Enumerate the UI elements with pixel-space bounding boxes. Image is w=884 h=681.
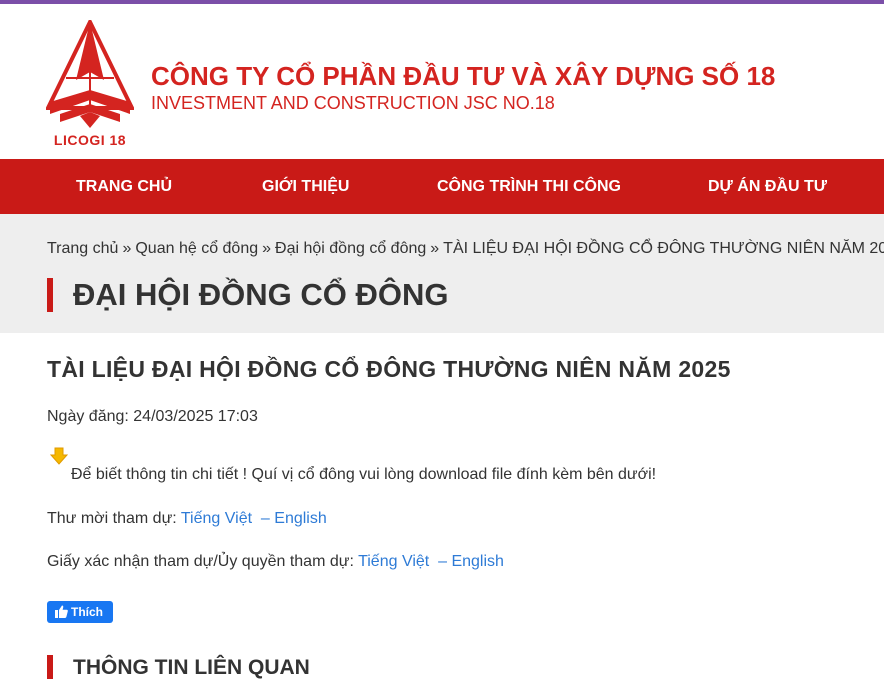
- post-date: Ngày đăng: 24/03/2025 17:03: [47, 408, 258, 425]
- breadcrumb-general-meeting[interactable]: Đại hội đồng cổ đông: [275, 240, 426, 257]
- proxy-line: Giấy xác nhận tham dự/Ủy quyền tham dự: …: [47, 553, 504, 571]
- company-name-block: CÔNG TY CỔ PHẦN ĐẦU TƯ VÀ XÂY DỰNG SỐ 18…: [151, 60, 775, 114]
- site-header: LICOGI 18 CÔNG TY CỔ PHẦN ĐẦU TƯ VÀ XÂY …: [0, 4, 884, 159]
- download-notice: Để biết thông tin chi tiết ! Quí vị cổ đ…: [71, 466, 657, 483]
- proxy-link-vietnamese[interactable]: Tiếng Việt: [358, 553, 429, 570]
- proxy-link-english[interactable]: – English: [438, 553, 504, 570]
- nav-item-about[interactable]: GIỚI THIỆU: [262, 159, 349, 214]
- like-label: Thích: [71, 605, 103, 619]
- main-navigation: TRANG CHỦ GIỚI THIỆU CÔNG TRÌNH THI CÔNG…: [0, 159, 884, 214]
- breadcrumb-home[interactable]: Trang chủ: [47, 240, 118, 257]
- invitation-line: Thư mời tham dự: Tiếng Việt – English: [47, 510, 327, 528]
- logo-text: LICOGI 18: [53, 132, 127, 148]
- breadcrumb-separator: »: [122, 240, 132, 257]
- breadcrumb-shareholder-relations[interactable]: Quan hệ cổ đông: [135, 240, 258, 257]
- related-info-title: THÔNG TIN LIÊN QUAN: [47, 655, 310, 679]
- invitation-label: Thư mời tham dự:: [47, 510, 181, 527]
- page-heading-area: Trang chủ» Quan hệ cổ đông» Đại hội đồng c…: [0, 214, 884, 333]
- nav-item-projects[interactable]: CÔNG TRÌNH THI CÔNG: [437, 159, 621, 214]
- proxy-label: Giấy xác nhận tham dự/Ủy quyền tham dự:: [47, 553, 359, 570]
- nav-item-investment[interactable]: DỰ ÁN ĐẦU TƯ: [708, 159, 827, 214]
- arrow-down-icon: [50, 447, 68, 465]
- company-name-en: INVESTMENT AND CONSTRUCTION JSC NO.18: [151, 93, 555, 113]
- licogi-logo-icon: [44, 17, 136, 128]
- company-logo[interactable]: LICOGI 18: [44, 17, 136, 152]
- thumbs-up-icon: [55, 605, 68, 618]
- section-title: ĐẠI HỘI ĐỒNG CỔ ĐÔNG: [47, 278, 448, 312]
- breadcrumb-separator: »: [262, 240, 272, 257]
- invitation-link-vietnamese[interactable]: Tiếng Việt: [181, 510, 252, 527]
- breadcrumb-current: TÀI LIỆU ĐẠI HỘI ĐỒNG CỔ ĐÔNG THƯỜNG NIÊ…: [443, 240, 884, 257]
- company-name-vn: CÔNG TY CỔ PHẦN ĐẦU TƯ VÀ XÂY DỰNG SỐ 18: [151, 61, 776, 91]
- breadcrumb: Trang chủ» Quan hệ cổ đông» Đại hội đồng c…: [47, 240, 884, 258]
- nav-item-home[interactable]: TRANG CHỦ: [76, 159, 172, 214]
- breadcrumb-separator: »: [430, 240, 440, 257]
- facebook-like-button[interactable]: Thích: [47, 601, 113, 623]
- invitation-link-english[interactable]: – English: [261, 510, 327, 527]
- article-title: TÀI LIỆU ĐẠI HỘI ĐỒNG CỔ ĐÔNG THƯỜNG NIÊ…: [47, 356, 731, 382]
